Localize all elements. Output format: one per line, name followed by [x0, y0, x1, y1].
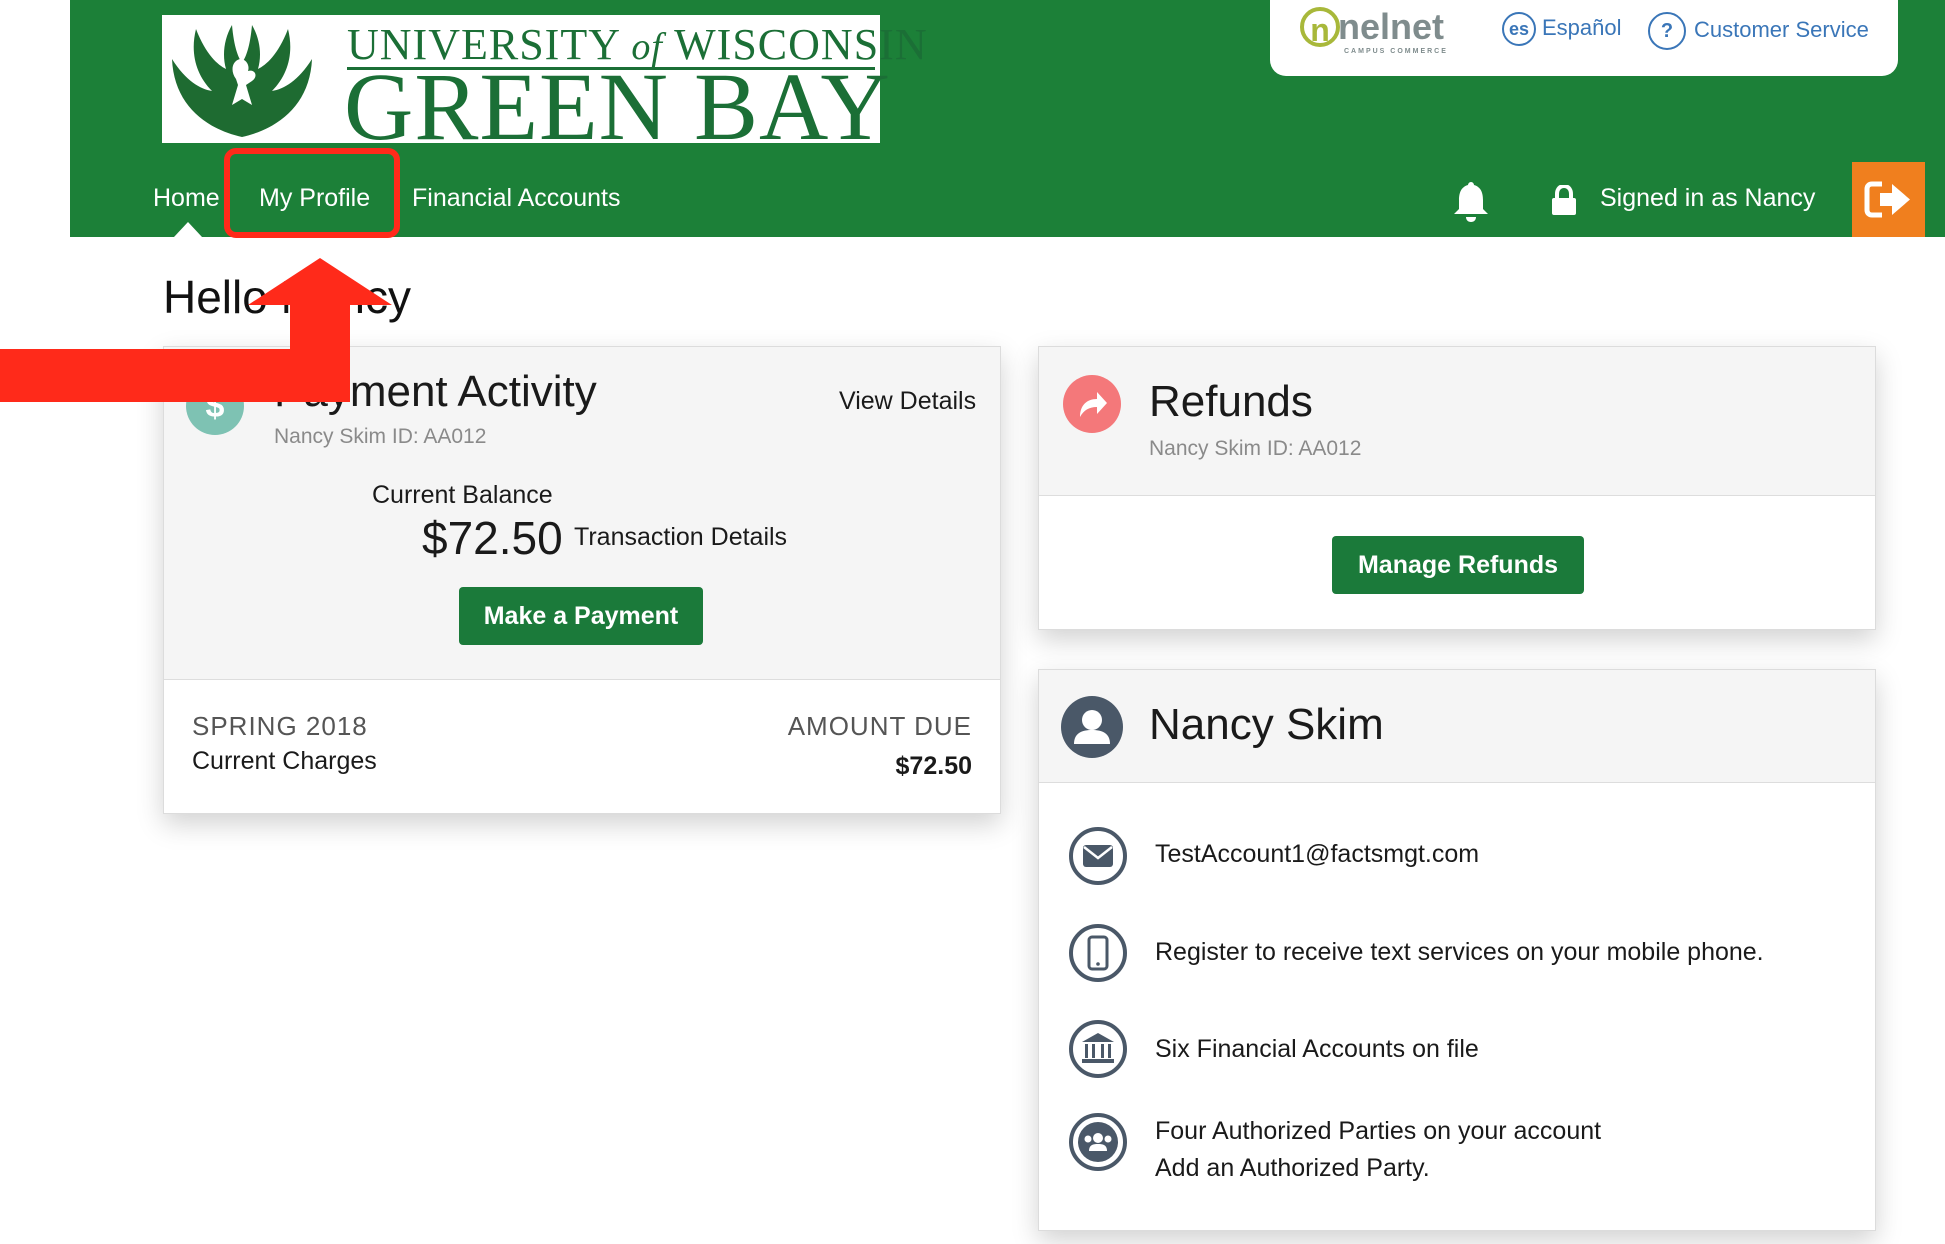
nav-financial-accounts[interactable]: Financial Accounts: [412, 184, 620, 213]
signed-in-label: Signed in as Nancy: [1600, 184, 1816, 212]
avatar: [1061, 696, 1123, 758]
mobile-phone-icon: [1069, 924, 1127, 982]
campus-name: GREEN BAY: [344, 53, 891, 160]
sms-register-link[interactable]: Register to receive text services on you…: [1155, 938, 1764, 967]
term-label: SPRING 2018: [192, 711, 368, 741]
manage-refunds-button[interactable]: Manage Refunds: [1332, 536, 1584, 594]
group-icon: [1069, 1113, 1127, 1171]
utility-bar: n nelnet CAMPUS COMMERCE es Español ? Custo…: [1270, 0, 1898, 76]
greeting-heading: Hello Nancy: [163, 271, 411, 323]
current-balance-amount: $72.50: [422, 512, 563, 564]
profile-card: Nancy Skim TestAccount1@factsmgt.com Reg…: [1038, 669, 1876, 1231]
profile-name: Nancy Skim: [1149, 700, 1384, 749]
view-details-link[interactable]: View Details: [839, 387, 976, 416]
add-authorized-party-link[interactable]: Add an Authorized Party.: [1155, 1154, 1430, 1183]
language-link[interactable]: es Español: [1502, 12, 1622, 46]
bell-icon[interactable]: [1452, 180, 1490, 222]
logout-button[interactable]: [1852, 162, 1925, 237]
nav-home[interactable]: Home: [153, 184, 220, 213]
help-icon: ?: [1648, 12, 1686, 50]
envelope-icon: [1069, 827, 1127, 885]
amount-due-label: AMOUNT DUE: [787, 711, 972, 741]
amount-due-value: $72.50: [895, 752, 972, 780]
nelnet-n-icon: n: [1300, 7, 1340, 48]
nav-active-caret: [174, 222, 202, 237]
bank-icon: [1069, 1020, 1127, 1078]
refund-share-icon: [1063, 375, 1121, 433]
customer-service-link[interactable]: ? Customer Service: [1648, 12, 1869, 50]
financial-accounts-summary[interactable]: Six Financial Accounts on file: [1155, 1035, 1479, 1064]
transaction-details-link[interactable]: Transaction Details: [574, 523, 787, 552]
university-logo[interactable]: UNIVERSITY of WISCONSIN GREEN BAY: [162, 15, 927, 155]
profile-email[interactable]: TestAccount1@factsmgt.com: [1155, 840, 1479, 869]
current-charges-label: Current Charges: [192, 747, 377, 775]
refunds-title: Refunds: [1149, 377, 1313, 426]
lock-icon: [1552, 185, 1576, 215]
nelnet-logo[interactable]: n nelnet CAMPUS COMMERCE: [1300, 6, 1446, 55]
my-profile-highlight-box: [224, 148, 400, 238]
payment-activity-title: Payment Activity: [274, 367, 597, 416]
current-balance-label: Current Balance: [372, 481, 553, 509]
make-payment-button[interactable]: Make a Payment: [459, 587, 703, 645]
refunds-id: Nancy Skim ID: AA012: [1149, 437, 1362, 460]
payment-activity-card: $ Payment Activity Nancy Skim ID: AA012 …: [163, 346, 1001, 814]
phoenix-logo-icon: [172, 25, 312, 137]
payment-activity-id: Nancy Skim ID: AA012: [274, 425, 487, 448]
authorized-parties-summary[interactable]: Four Authorized Parties on your account: [1155, 1117, 1601, 1146]
logout-icon: [1864, 181, 1910, 218]
language-es-icon: es: [1502, 12, 1536, 46]
dollar-icon: $: [186, 377, 244, 435]
refunds-card: Refunds Nancy Skim ID: AA012 Manage Refu…: [1038, 346, 1876, 630]
